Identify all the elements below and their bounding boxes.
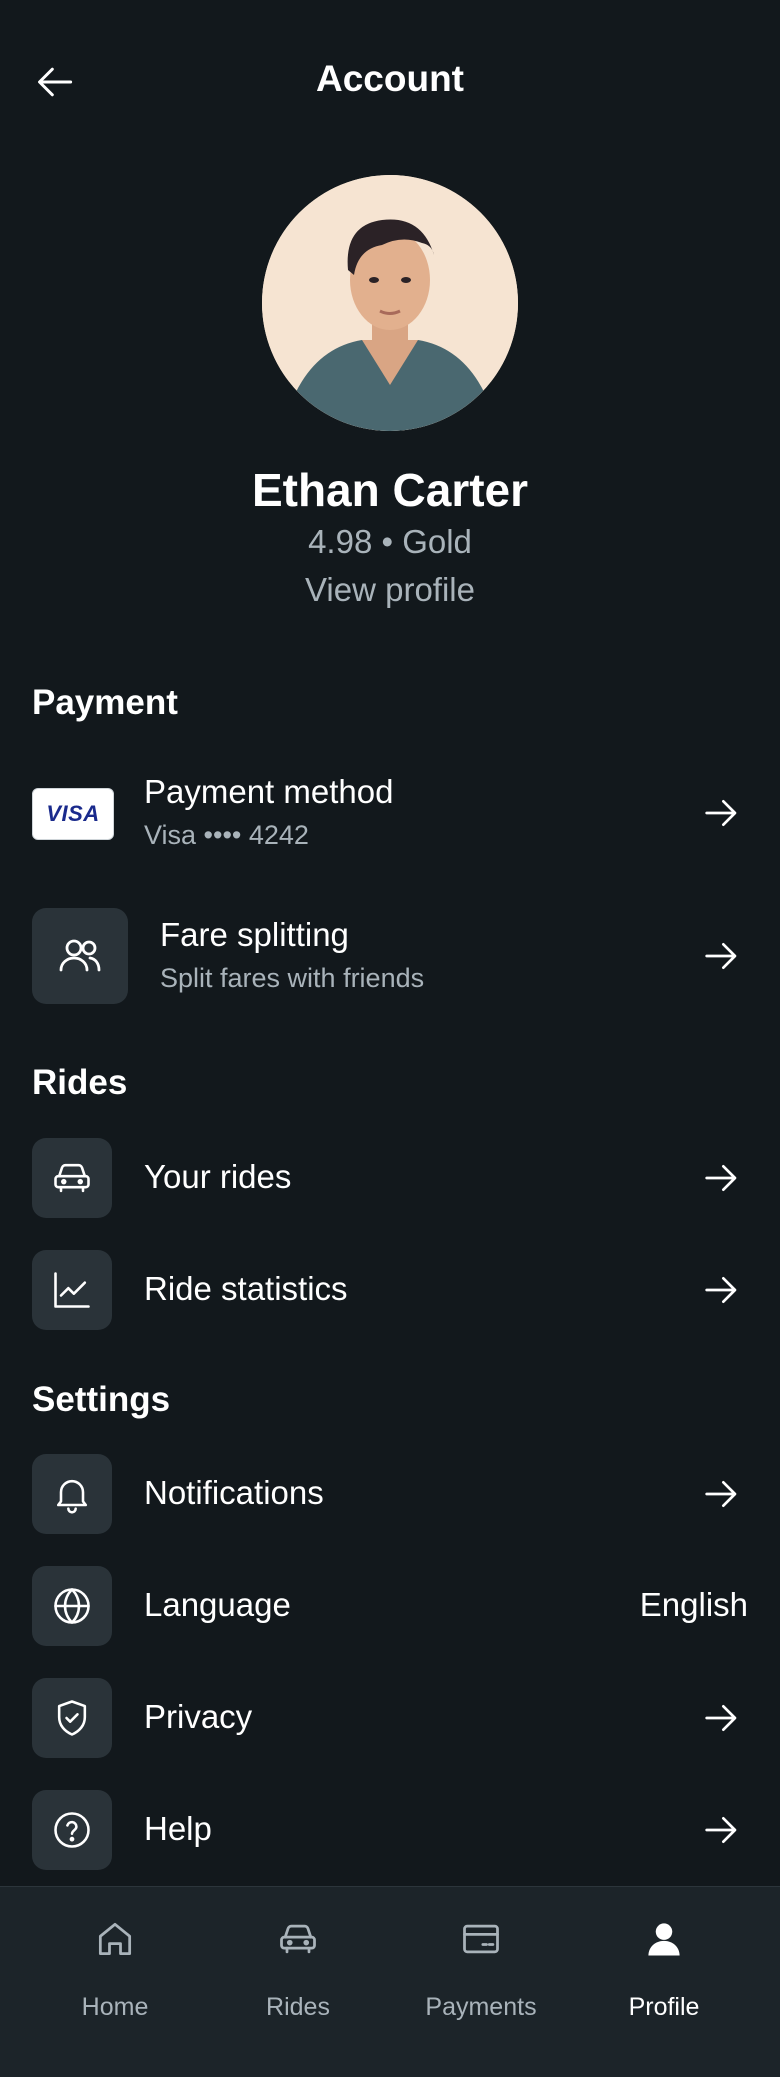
user-rating: 4.98 • Gold — [308, 523, 472, 560]
nav-label-profile: Profile — [628, 1993, 700, 2021]
globe-icon — [32, 1566, 112, 1646]
top-app-bar: Account — [0, 0, 780, 160]
fare-splitting-label: Fare splitting — [160, 916, 349, 953]
payment-method-sublabel: Visa •••• 4242 — [144, 820, 309, 850]
arrow-right-icon — [698, 1156, 742, 1200]
privacy-row[interactable]: Privacy — [0, 1678, 780, 1758]
avatar[interactable] — [262, 175, 518, 431]
nav-item-rides[interactable]: Rides — [218, 1887, 378, 2037]
section-title-rides: Rides — [32, 1063, 128, 1102]
language-row[interactable]: Language English — [0, 1566, 780, 1646]
payment-method-label: Payment method — [144, 773, 394, 810]
language-value: English — [639, 1586, 748, 1623]
bottom-navigation: Home Rides Payments Profile — [0, 1886, 780, 2077]
help-label: Help — [144, 1810, 212, 1847]
user-icon — [584, 1914, 744, 1964]
user-name: Ethan Carter — [251, 464, 529, 516]
line-chart-icon — [32, 1250, 112, 1330]
section-title-settings: Settings — [32, 1380, 171, 1419]
help-circle-icon — [32, 1790, 112, 1870]
bell-icon — [32, 1454, 112, 1534]
home-icon — [35, 1914, 195, 1964]
arrow-right-icon — [698, 934, 742, 978]
page-title: Account — [316, 58, 464, 99]
fare-splitting-row[interactable]: Fare splitting Split fares with friends — [0, 908, 780, 1004]
nav-label-rides: Rides — [266, 1993, 330, 2021]
privacy-label: Privacy — [144, 1698, 253, 1735]
shield-check-icon — [32, 1678, 112, 1758]
arrow-right-icon — [698, 1268, 742, 1312]
nav-label-payments: Payments — [425, 1993, 537, 2021]
section-title-payment: Payment — [32, 683, 178, 722]
nav-item-home[interactable]: Home — [35, 1887, 195, 2037]
arrow-right-icon — [698, 1808, 742, 1852]
your-rides-label: Your rides — [144, 1158, 292, 1195]
payment-method-row[interactable]: VISA Payment method Visa •••• 4242 — [0, 768, 780, 858]
language-label: Language — [144, 1586, 291, 1623]
arrow-right-icon — [698, 1696, 742, 1740]
fare-splitting-sublabel: Split fares with friends — [160, 963, 425, 993]
visa-card-icon: VISA — [32, 788, 114, 840]
nav-item-profile[interactable]: Profile — [584, 1887, 744, 2037]
car-icon — [218, 1914, 378, 1964]
users-icon — [32, 908, 128, 1004]
notifications-label: Notifications — [144, 1474, 324, 1511]
credit-card-icon — [401, 1914, 561, 1964]
arrow-right-icon — [698, 1472, 742, 1516]
ride-statistics-label: Ride statistics — [144, 1270, 348, 1307]
nav-label-home: Home — [81, 1993, 149, 2021]
ride-statistics-row[interactable]: Ride statistics — [0, 1250, 780, 1330]
arrow-right-icon — [698, 791, 742, 835]
your-rides-row[interactable]: Your rides — [0, 1138, 780, 1218]
notifications-row[interactable]: Notifications — [0, 1454, 780, 1534]
view-profile-link[interactable]: View profile — [0, 571, 780, 609]
help-row[interactable]: Help — [0, 1790, 780, 1870]
car-icon — [32, 1138, 112, 1218]
nav-item-payments[interactable]: Payments — [401, 1887, 561, 2037]
